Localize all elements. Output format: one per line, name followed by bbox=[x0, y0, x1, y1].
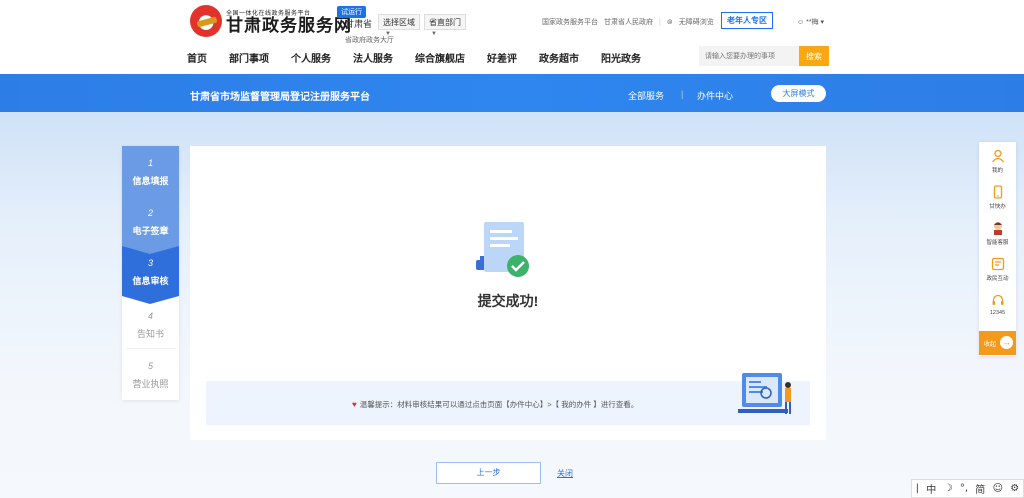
heart-icon: ♥ bbox=[352, 400, 357, 409]
nav-personal[interactable]: 个人服务 bbox=[291, 50, 331, 65]
nav-home[interactable]: 首页 bbox=[187, 50, 207, 65]
rbar-interaction[interactable]: 政民互动 bbox=[979, 252, 1016, 286]
nav-dept[interactable]: 部门事项 bbox=[229, 50, 269, 65]
gear-icon[interactable]: ⚙ bbox=[1010, 483, 1019, 494]
tip-box: ♥ 温馨提示：材料审核结果可以通过点击页面【办件中心】>【 我的办件 】进行查看。 bbox=[206, 373, 810, 425]
main-nav: 首页 部门事项 个人服务 法人服务 综合旗舰店 好差评 政务超市 阳光政务 bbox=[187, 50, 663, 65]
screen-mode-button[interactable]: 大屏模式 bbox=[771, 85, 826, 102]
ime-simplified-toggle[interactable]: 简 bbox=[975, 481, 985, 496]
search-button[interactable]: 搜索 bbox=[799, 46, 829, 66]
nav-legal[interactable]: 法人服务 bbox=[353, 50, 393, 65]
service-avatar-icon bbox=[993, 222, 1002, 235]
all-services-link[interactable]: 全部服务 bbox=[628, 89, 664, 102]
elder-zone-button[interactable]: 老年人专区 bbox=[721, 12, 773, 29]
ime-handle[interactable]: | bbox=[916, 483, 919, 494]
step-4: 4 告知书 bbox=[122, 299, 179, 349]
rbar-smart-service[interactable]: 智能客服 bbox=[979, 216, 1016, 250]
site-logo[interactable]: 全国一体化在线政务服务平台 甘肃政务服务网 bbox=[190, 5, 352, 37]
nav-rating[interactable]: 好差评 bbox=[487, 50, 517, 65]
collapse-button[interactable]: 收起 → bbox=[979, 331, 1016, 355]
emoji-icon[interactable]: ☺ bbox=[993, 483, 1003, 494]
progress-steps: 1 信息填报 2 电子签章 3 信息审核 4 告知书 5 营业执照 bbox=[122, 146, 179, 400]
success-title: 提交成功! bbox=[477, 293, 539, 309]
emblem-icon bbox=[190, 5, 222, 37]
ime-punct-toggle[interactable]: °, bbox=[960, 483, 968, 494]
region-label: 甘肃省 bbox=[345, 19, 373, 29]
area-select[interactable]: 选择区域▼ bbox=[378, 14, 420, 37]
computer-person-illustration bbox=[738, 373, 791, 414]
document-success-icon bbox=[476, 222, 529, 277]
ime-lang-toggle[interactable]: 中 bbox=[926, 481, 936, 496]
accessibility-icon: ⊚ bbox=[666, 19, 673, 26]
platform-title: 甘肃省市场监督管理局登记注册服务平台 bbox=[190, 92, 370, 103]
close-link[interactable]: 关闭 bbox=[557, 468, 573, 479]
step-5: 5 营业执照 bbox=[122, 349, 179, 399]
hall-link[interactable]: 省政府政务大厅 bbox=[345, 35, 394, 45]
search-input[interactable] bbox=[699, 46, 799, 66]
rbar-gankuaiban[interactable]: 甘快办 bbox=[979, 180, 1016, 214]
prev-step-button[interactable]: 上一步 bbox=[436, 462, 541, 484]
accessibility-link[interactable]: 无障碍浏览 bbox=[679, 17, 714, 27]
arrow-right-icon: → bbox=[1000, 336, 1013, 349]
headset-icon bbox=[992, 294, 1003, 305]
divider: | bbox=[659, 18, 661, 26]
moon-icon[interactable]: ☽ bbox=[944, 483, 953, 494]
rbar-12345[interactable]: 12345 bbox=[979, 288, 1016, 322]
ime-toolbar: | 中 ☽ °, 简 ☺ ⚙ bbox=[911, 479, 1024, 498]
user-icon: ☺ bbox=[797, 19, 807, 26]
site-header: 全国一体化在线政务服务平台 甘肃政务服务网 试运行 甘肃省 选择区域▼ 省直部门… bbox=[0, 0, 1024, 74]
tip-text: 温馨提示：材料审核结果可以通过点击页面【办件中心】>【 我的办件 】进行查看。 bbox=[359, 400, 639, 409]
right-floating-bar: 我的 甘快办 智能客服 政民互动 12345 bbox=[979, 142, 1016, 356]
user-icon bbox=[991, 149, 1004, 163]
gov-link[interactable]: 甘肃省人民政府 bbox=[604, 17, 653, 27]
result-card: 提交成功! ♥ 温馨提示：材料审核结果可以通过点击页面【办件中心】>【 我的办件 … bbox=[190, 146, 826, 440]
nav-flagship[interactable]: 综合旗舰店 bbox=[415, 50, 465, 65]
phone-icon bbox=[993, 185, 1002, 199]
logo-title: 甘肃政务服务网 bbox=[226, 15, 352, 35]
office-center-link[interactable]: 办件中心 bbox=[697, 89, 733, 102]
national-platform-link[interactable]: 国家政务服务平台 bbox=[542, 17, 598, 27]
step-1: 1 信息填报 bbox=[122, 146, 179, 204]
rbar-mine[interactable]: 我的 bbox=[979, 144, 1016, 178]
divider: | bbox=[681, 89, 684, 99]
top-links: 国家政务服务平台 甘肃省人民政府 | ⊚ 无障碍浏览 bbox=[542, 17, 714, 27]
user-menu[interactable]: ☺ **梅 ▾ bbox=[797, 17, 824, 27]
nav-sunshine[interactable]: 阳光政务 bbox=[601, 50, 641, 65]
chevron-down-icon: ▾ bbox=[818, 19, 825, 26]
chevron-down-icon: ▼ bbox=[431, 31, 437, 37]
message-icon bbox=[991, 257, 1004, 271]
search-box: 搜索 bbox=[699, 46, 829, 66]
platform-banner: 甘肃省市场监督管理局登记注册服务平台 全部服务 | 办件中心 大屏模式 bbox=[0, 74, 1024, 112]
dept-select[interactable]: 省直部门▼ bbox=[424, 14, 466, 37]
nav-market[interactable]: 政务超市 bbox=[539, 50, 579, 65]
